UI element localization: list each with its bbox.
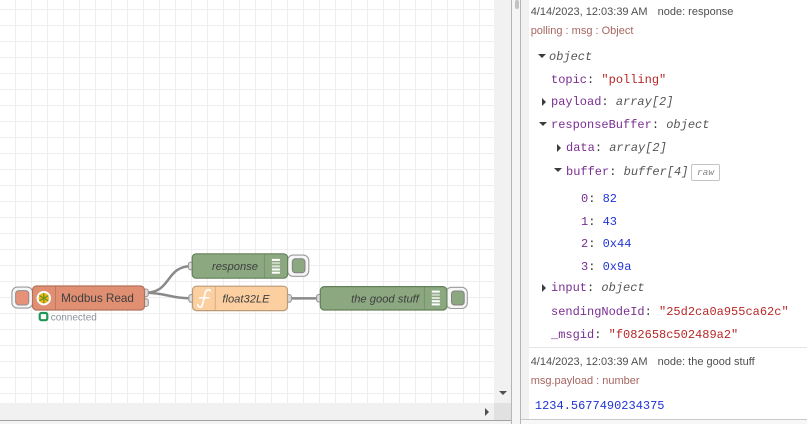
svg-text:Modbus Read: Modbus Read	[61, 292, 134, 305]
svg-text:response: response	[212, 261, 258, 273]
svg-text:float32LE: float32LE	[222, 294, 270, 306]
svg-text:the good stuff: the good stuff	[351, 294, 421, 306]
svg-text:connected: connected	[51, 312, 97, 323]
